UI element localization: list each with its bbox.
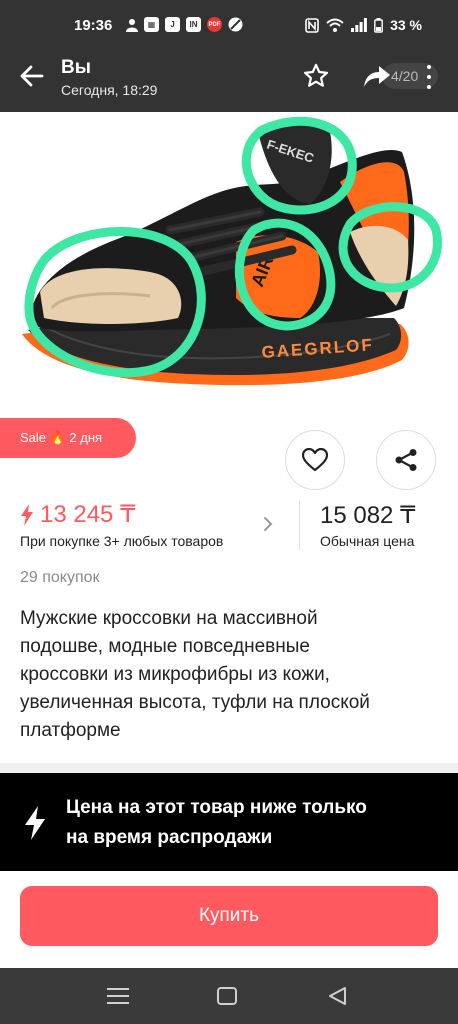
purchase-count: 29 покупок	[20, 569, 100, 586]
page-title: Вы	[61, 57, 91, 78]
clock-icon	[228, 17, 243, 32]
section-divider	[0, 763, 458, 773]
product-title: Мужские кроссовки на массивной подошве, …	[20, 605, 430, 745]
home-icon[interactable]	[217, 987, 237, 1005]
nfc-icon	[305, 17, 319, 33]
pdf-icon: PDF	[207, 17, 222, 32]
person-icon	[126, 18, 138, 32]
status-left-icons: ▦ J IN PDF	[126, 17, 243, 32]
sale-price-note: При покупке 3+ любых товаров	[20, 533, 224, 549]
title-line: платформе	[20, 720, 121, 741]
promo-line: на время распродажи	[66, 827, 273, 848]
buy-button[interactable]: Купить	[20, 886, 438, 946]
share-button[interactable]	[376, 430, 436, 490]
title-line: подошве, модные повседневные	[20, 636, 310, 657]
star-icon	[303, 63, 329, 87]
app-bar: Вы Сегодня, 18:29 4/20	[0, 44, 458, 112]
back-button[interactable]	[16, 60, 48, 92]
sale-badge: Sale 🔥 2 дня	[0, 418, 136, 458]
promo-line: Цена на этот товар ниже только	[66, 797, 367, 818]
lightning-icon	[25, 806, 45, 840]
battery-level: 33 %	[390, 17, 422, 33]
recent-apps-icon[interactable]	[107, 988, 129, 1004]
title-line: Мужские кроссовки на массивной	[20, 608, 318, 629]
share-icon	[395, 449, 417, 471]
heart-icon	[302, 448, 328, 472]
status-bar: 19:36 ▦ J IN PDF 33 %	[0, 0, 458, 44]
in-icon: IN	[186, 17, 201, 32]
regular-price: 15 082 ₸	[320, 502, 416, 529]
system-nav-bar	[0, 968, 458, 1024]
regular-price-note: Обычная цена	[320, 533, 415, 549]
wifi-icon	[326, 18, 344, 32]
title-line: увеличенная высота, туфли на плоской	[20, 692, 370, 713]
forward-button[interactable]	[362, 62, 392, 90]
sale-price[interactable]: 13 245 ₸	[20, 500, 135, 529]
star-button[interactable]	[302, 62, 330, 90]
title-line: кроссовки из микрофибры из кожи,	[20, 664, 330, 685]
more-options-button[interactable]	[424, 65, 434, 89]
promo-text: Цена на этот товар ниже только на время …	[66, 793, 436, 853]
back-triangle-icon[interactable]	[326, 985, 348, 1007]
sneaker-image: AIR F-EKEC GAEGRLOF	[22, 116, 442, 386]
status-time: 19:36	[74, 17, 113, 34]
chevron-right-icon[interactable]	[262, 516, 274, 532]
j-icon: J	[165, 17, 180, 32]
arrow-left-icon	[20, 65, 44, 87]
app-icon: ▦	[144, 17, 159, 32]
favorite-button[interactable]	[285, 430, 345, 490]
page-subtitle: Сегодня, 18:29	[61, 82, 158, 98]
promo-banner: Цена на этот товар ниже только на время …	[0, 773, 458, 871]
price-divider	[299, 500, 300, 550]
battery-icon	[374, 17, 383, 33]
forward-share-icon	[364, 66, 390, 87]
signal-icon	[351, 18, 367, 32]
lightning-icon	[21, 503, 33, 526]
sale-price-value: 13 245 ₸	[40, 501, 136, 528]
status-right-icons: 33 %	[305, 17, 422, 33]
product-image[interactable]: AIR F-EKEC GAEGRLOF	[0, 112, 458, 410]
